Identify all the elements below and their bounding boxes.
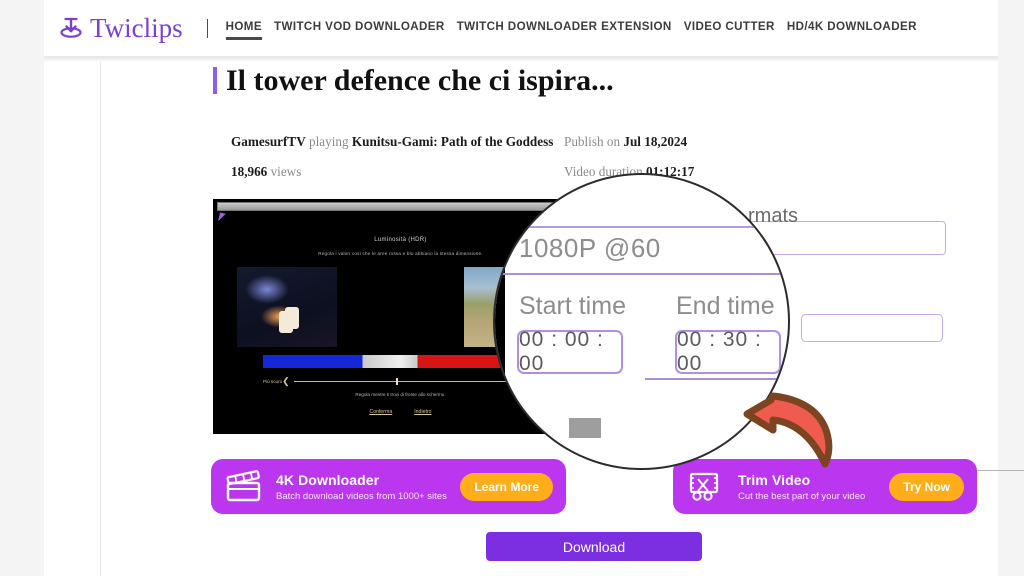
twiclips-logo-icon — [60, 17, 82, 38]
page-title: Il tower defence che ci ispira... — [213, 64, 614, 98]
banner-subtitle: Cut the best part of your video — [738, 490, 866, 502]
download-button[interactable]: Download — [486, 532, 702, 561]
main-nav: HOME TWITCH VOD DOWNLOADER TWITCH DOWNLO… — [225, 20, 917, 40]
slider-track — [293, 377, 508, 385]
nav-item-video-cutter[interactable]: VIDEO CUTTER — [684, 20, 775, 36]
magnified-end-time-label: End time — [676, 292, 775, 320]
start-time-input[interactable]: 00 : 00 : 00 — [517, 328, 623, 375]
magnified-video-bottom — [569, 418, 601, 438]
magnified-start-time-label: Start time — [519, 292, 626, 320]
meta-views-label: views — [270, 164, 302, 179]
meta-views-count: 18,966 — [231, 164, 268, 179]
nav-item-twitch-downloader-extension[interactable]: TWITCH DOWNLOADER EXTENSION — [457, 20, 672, 36]
secondary-field-box[interactable] — [801, 314, 943, 342]
meta-row-1: GamesurfTV playing Kunitsu-Gami: Path of… — [231, 134, 931, 150]
meta-channel: GamesurfTV — [231, 134, 306, 149]
slider-left-label: Più scuro — [263, 378, 283, 384]
title-accent-bar — [213, 67, 217, 94]
page-title-text: Il tower defence che ci ispira... — [226, 64, 614, 97]
banner-text-group: 4K Downloader Batch download videos from… — [276, 472, 460, 502]
brand-logo[interactable]: Twiclips — [56, 13, 183, 44]
clapperboard-icon — [226, 469, 261, 501]
nav-item-home[interactable]: HOME — [225, 20, 263, 40]
brand-name: Twiclips — [90, 12, 183, 43]
try-now-button[interactable]: Try Now — [889, 472, 964, 501]
scissors-video-icon — [689, 472, 719, 501]
banner-title: 4K Downloader — [276, 471, 380, 488]
magnified-select-top-border — [495, 226, 788, 228]
slider-knob — [396, 377, 399, 385]
site-header: Twiclips HOME TWITCH VOD DOWNLOADER TWIT… — [44, 0, 998, 57]
learn-more-button[interactable]: Learn More — [460, 472, 553, 501]
meta-channel-game: GamesurfTV playing Kunitsu-Gami: Path of… — [231, 134, 564, 150]
meta-game: Kunitsu-Gami: Path of the Goddess — [351, 134, 554, 149]
curved-arrow-icon — [743, 392, 833, 468]
magnified-window-bar — [495, 189, 553, 198]
nav-item-hd-4k-downloader[interactable]: HD/4K DOWNLOADER — [787, 20, 917, 36]
chevron-left-icon: ❮ — [282, 375, 290, 386]
magnified-select-bottom-border — [495, 273, 788, 275]
end-time-input[interactable]: 00 : 30 : 00 — [675, 328, 781, 375]
meta-publish: Publish on Jul 18,2024 — [564, 134, 864, 150]
nav-item-twitch-vod-downloader[interactable]: TWITCH VOD DOWNLOADER — [274, 20, 445, 36]
screenshot-root: Twiclips HOME TWITCH VOD DOWNLOADER TWIT… — [0, 0, 1024, 576]
banner-subtitle: Batch download videos from 1000+ sites — [276, 490, 447, 502]
magnified-quality-value[interactable]: 1080P @60 — [519, 233, 661, 264]
thumbnail-back-label: Indietro — [414, 409, 432, 415]
meta-publish-label: Publish on — [564, 134, 621, 149]
cursor-icon — [218, 212, 226, 223]
meta-publish-date: Jul 18,2024 — [623, 134, 688, 149]
magnified-video-edge — [495, 175, 505, 390]
thumbnail-confirm-label: Conferma — [369, 409, 393, 415]
meta-playing-word: playing — [309, 134, 349, 149]
header-divider — [206, 18, 208, 38]
